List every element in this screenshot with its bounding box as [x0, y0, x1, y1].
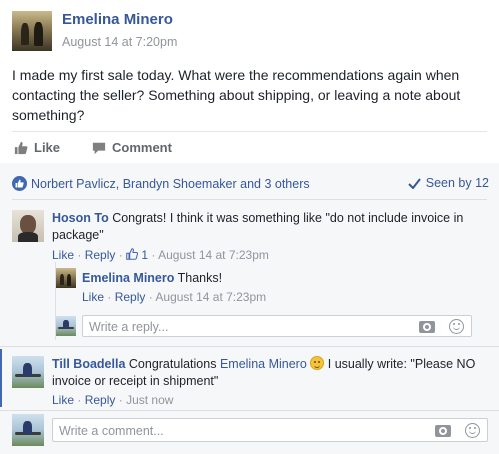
comment-icon: [92, 142, 106, 154]
reply-text: Thanks!: [177, 271, 223, 285]
reactions-names[interactable]: Norbert Pavlicz, Brandyn Shoemaker and 3…: [31, 177, 310, 191]
divider: [12, 199, 487, 200]
post-author-name[interactable]: Emelina Minero: [62, 11, 173, 28]
separator-dot: ·: [107, 290, 112, 304]
comment-like-count[interactable]: 1: [141, 248, 148, 262]
commenter-name[interactable]: Till Boadella: [52, 357, 125, 371]
reply-reply-link[interactable]: Reply: [115, 290, 146, 304]
reply-input[interactable]: Write a reply...: [82, 315, 472, 337]
comment-reply-link[interactable]: Reply: [85, 393, 116, 407]
author-avatar[interactable]: [12, 11, 52, 51]
comment-input[interactable]: Write a comment...: [52, 418, 488, 442]
comment-timestamp[interactable]: August 14 at 7:23pm: [158, 248, 269, 262]
like-reaction-icon: [12, 176, 27, 191]
thumbs-up-icon: [14, 141, 28, 154]
emoji-icon[interactable]: [465, 423, 480, 438]
comment-button[interactable]: Comment: [92, 140, 172, 155]
new-comment-indicator: [0, 349, 2, 407]
divider: [0, 346, 499, 347]
current-user-avatar: [56, 316, 76, 336]
post-text: I made my first sale today. What were th…: [12, 67, 461, 123]
separator-dot: ·: [148, 290, 153, 304]
camera-icon[interactable]: [435, 425, 451, 437]
comment-actions: Like · Reply · 1 · August 14 at 7:23pm: [52, 248, 269, 262]
mention-link[interactable]: Emelina Minero: [220, 357, 307, 371]
like-button-label: Like: [34, 140, 61, 155]
comment-like-link[interactable]: Like: [52, 393, 74, 407]
commenter-avatar[interactable]: [12, 356, 44, 388]
like-button[interactable]: Like: [14, 140, 60, 155]
seen-by-label: Seen by 12: [425, 176, 489, 190]
post-card: Emelina Minero August 14 at 7:20pm I mad…: [0, 0, 499, 454]
reply: Emelina Minero Thanks!: [82, 270, 222, 287]
comment-actions: Like · Reply · Just now: [52, 393, 173, 407]
comment: Till Boadella Congratulations Emelina Mi…: [52, 356, 482, 390]
comment-placeholder: Write a comment...: [59, 424, 164, 438]
comment-text: Congratulations: [128, 357, 217, 371]
comment-timestamp[interactable]: Just now: [126, 393, 173, 407]
checkmark-icon: [408, 177, 421, 189]
reply-author-avatar[interactable]: [56, 268, 76, 288]
reply-actions: Like · Reply · August 14 at 7:23pm: [82, 290, 266, 304]
divider: [0, 410, 499, 411]
post-timestamp[interactable]: August 14 at 7:20pm: [62, 35, 177, 49]
reactions-summary[interactable]: Norbert Pavlicz, Brandyn Shoemaker and 3…: [12, 176, 310, 191]
separator-dot: ·: [118, 393, 123, 407]
commenter-name[interactable]: Hoson To: [52, 211, 109, 225]
reply-timestamp[interactable]: August 14 at 7:23pm: [155, 290, 266, 304]
comment-reply-link[interactable]: Reply: [85, 248, 116, 262]
reply-like-link[interactable]: Like: [82, 290, 104, 304]
smiley-emoji-icon: [310, 356, 325, 370]
separator-dot: ·: [118, 248, 123, 262]
separator-dot: ·: [151, 248, 156, 262]
reply-placeholder: Write a reply...: [89, 320, 169, 334]
separator-dot: ·: [77, 393, 82, 407]
thumbs-up-outline-icon: [126, 248, 139, 260]
comment: Hoson To Congrats! I think it was someth…: [52, 210, 472, 244]
emoji-icon[interactable]: [449, 319, 464, 334]
current-user-avatar: [12, 414, 44, 446]
comment-text: Congrats! I think it was something like …: [52, 211, 464, 242]
camera-icon[interactable]: [419, 321, 435, 333]
seen-by[interactable]: Seen by 12: [408, 176, 489, 190]
separator-dot: ·: [77, 248, 82, 262]
comment-like-link[interactable]: Like: [52, 248, 74, 262]
comment-button-label: Comment: [112, 140, 172, 155]
commenter-avatar[interactable]: [12, 210, 44, 242]
reply-author-name[interactable]: Emelina Minero: [82, 271, 174, 285]
divider: [12, 131, 487, 132]
